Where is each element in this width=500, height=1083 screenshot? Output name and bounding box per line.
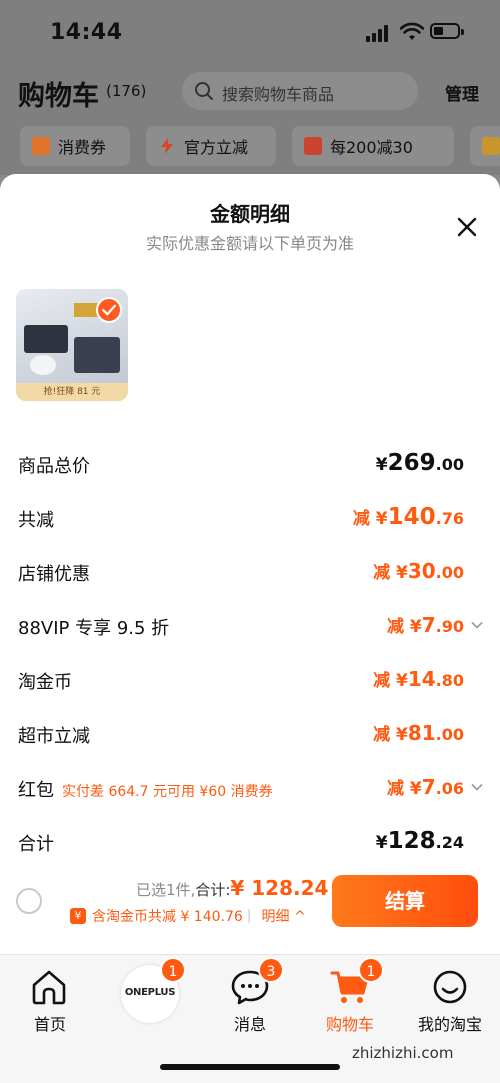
- cart-count: (176): [106, 82, 147, 100]
- row-grand-total: 合计 ¥128.24: [0, 822, 500, 862]
- row-amount: 减 ¥140.76: [352, 504, 464, 530]
- tab-my-taobao[interactable]: 我的淘宝: [400, 955, 500, 1045]
- tab-label: 购物车: [325, 1015, 374, 1034]
- row-total-discount: 共减 减 ¥140.76: [0, 498, 500, 538]
- tab-messages[interactable]: 3 消息: [200, 955, 300, 1045]
- chevron-down-icon: [471, 621, 483, 629]
- row-amount: ¥128.24: [375, 828, 464, 854]
- row-label: 88VIP 专享 9.5 折: [18, 618, 170, 639]
- product-box: [24, 325, 68, 353]
- row-amount: ¥269.00: [375, 450, 464, 476]
- row-red-packet[interactable]: 红包 实付差 664.7 元可用 ¥60 消费券 减 ¥7.06: [0, 768, 500, 808]
- ticket-icon: [304, 137, 322, 155]
- row-amount: 减 ¥7.90: [386, 613, 464, 637]
- row-label: 共减: [18, 510, 54, 531]
- row-label: 超市立减: [18, 726, 90, 747]
- row-88vip-discount[interactable]: 88VIP 专享 9.5 折 减 ¥7.90: [0, 606, 500, 646]
- tab-cart[interactable]: 1 购物车: [300, 955, 400, 1045]
- checkmark-icon: [96, 297, 122, 323]
- home-indicator[interactable]: [160, 1064, 340, 1070]
- savings-summary: ¥ 含淘金币共减 ¥ 140.76 | 明细 ^: [70, 906, 306, 926]
- search-placeholder: 搜索购物车商品: [222, 85, 335, 104]
- wifi-icon: [400, 22, 424, 40]
- page-title: 购物车: [18, 81, 99, 112]
- sheet-title: 金额明细: [210, 202, 290, 226]
- sheet-subtitle: 实际优惠金额请以下单页为准: [145, 234, 354, 253]
- home-icon: [32, 970, 66, 1005]
- savings-text: 含淘金币共减 ¥ 140.76: [92, 909, 243, 925]
- row-label: 淘金币: [18, 672, 72, 693]
- watermark: zhizhizhi.com: [352, 1044, 454, 1062]
- total-amount: ¥ 128.24: [230, 876, 329, 900]
- search-icon: [195, 82, 213, 100]
- chip-label: 官方立减: [184, 138, 249, 157]
- tab-home[interactable]: 首页: [0, 955, 100, 1045]
- product-pad: [30, 355, 56, 375]
- row-label: 红包 实付差 664.7 元可用 ¥60 消费券: [18, 780, 273, 801]
- select-all-radio[interactable]: [16, 888, 42, 914]
- row-amount: 减 ¥30.00: [373, 559, 464, 583]
- signal-icon: [366, 24, 392, 42]
- row-item-total: 商品总价 ¥269.00: [0, 444, 500, 484]
- row-label: 合计: [18, 834, 54, 855]
- product-thumbnail[interactable]: 抢!狂降 81 元: [16, 289, 128, 401]
- background-cart-page: 14:44 购物车 (176) 搜索购物车商品 管理 消费券 官方立减 每200…: [0, 0, 500, 175]
- search-input[interactable]: 搜索购物车商品: [182, 72, 418, 110]
- status-bar: 14:44: [0, 0, 500, 66]
- chip-coupon[interactable]: 消费券: [20, 126, 130, 166]
- profile-icon: [433, 970, 467, 1004]
- tab-label: 消息: [233, 1015, 266, 1034]
- coin-icon: ¥: [70, 908, 86, 924]
- chevron-down-icon: [471, 783, 483, 791]
- detail-toggle-link[interactable]: 明细 ^: [262, 906, 306, 926]
- row-taojinbi: 淘金币 减 ¥14.80: [0, 660, 500, 700]
- tab-label: 首页: [33, 1015, 66, 1034]
- row-store-discount: 店铺优惠 减 ¥30.00: [0, 552, 500, 592]
- row-amount: 减 ¥81.00: [373, 721, 464, 745]
- row-supermarket-discount: 超市立减 减 ¥81.00: [0, 714, 500, 754]
- close-icon[interactable]: [454, 214, 480, 240]
- notification-badge: 1: [358, 957, 384, 983]
- battery-icon: [430, 23, 464, 39]
- manage-button[interactable]: 管理: [445, 80, 479, 105]
- lightning-icon: [161, 138, 173, 154]
- chip-official-discount[interactable]: 官方立减: [146, 126, 276, 166]
- chip-spend-discount[interactable]: 每200减30: [292, 126, 454, 166]
- status-time: 14:44: [50, 20, 123, 45]
- row-label: 店铺优惠: [18, 564, 90, 585]
- chip-label: 每200减30: [330, 138, 413, 157]
- red-packet-tip: 实付差 664.7 元可用 ¥60 消费券: [62, 784, 273, 800]
- row-label: 商品总价: [18, 456, 90, 477]
- notification-badge: 3: [258, 957, 284, 983]
- folder-icon: [482, 137, 500, 155]
- checkout-bar: 已选1件,合计:¥ 128.24 ¥ 含淘金币共减 ¥ 140.76 | 明细 …: [0, 868, 500, 954]
- selection-summary: 已选1件,合计:¥ 128.24: [136, 876, 329, 900]
- row-amount: 减 ¥7.06: [386, 775, 464, 799]
- coupon-icon: [32, 137, 50, 155]
- checkout-button[interactable]: 结算: [332, 875, 478, 927]
- thumb-promo-text: 抢!狂降 81 元: [16, 383, 128, 401]
- row-amount: 减 ¥14.80: [373, 667, 464, 691]
- tab-oneplus-brand[interactable]: ONEPLUS 1: [100, 955, 200, 1045]
- chip-label: 消费券: [58, 138, 107, 157]
- amount-detail-sheet: 金额明细 实际优惠金额请以下单页为准 抢!狂降 81 元 商品总价 ¥269.0…: [0, 174, 500, 954]
- notification-badge: 1: [160, 957, 186, 983]
- tab-label: 我的淘宝: [417, 1015, 482, 1034]
- chip-more[interactable]: [470, 126, 500, 166]
- product-box: [74, 337, 120, 373]
